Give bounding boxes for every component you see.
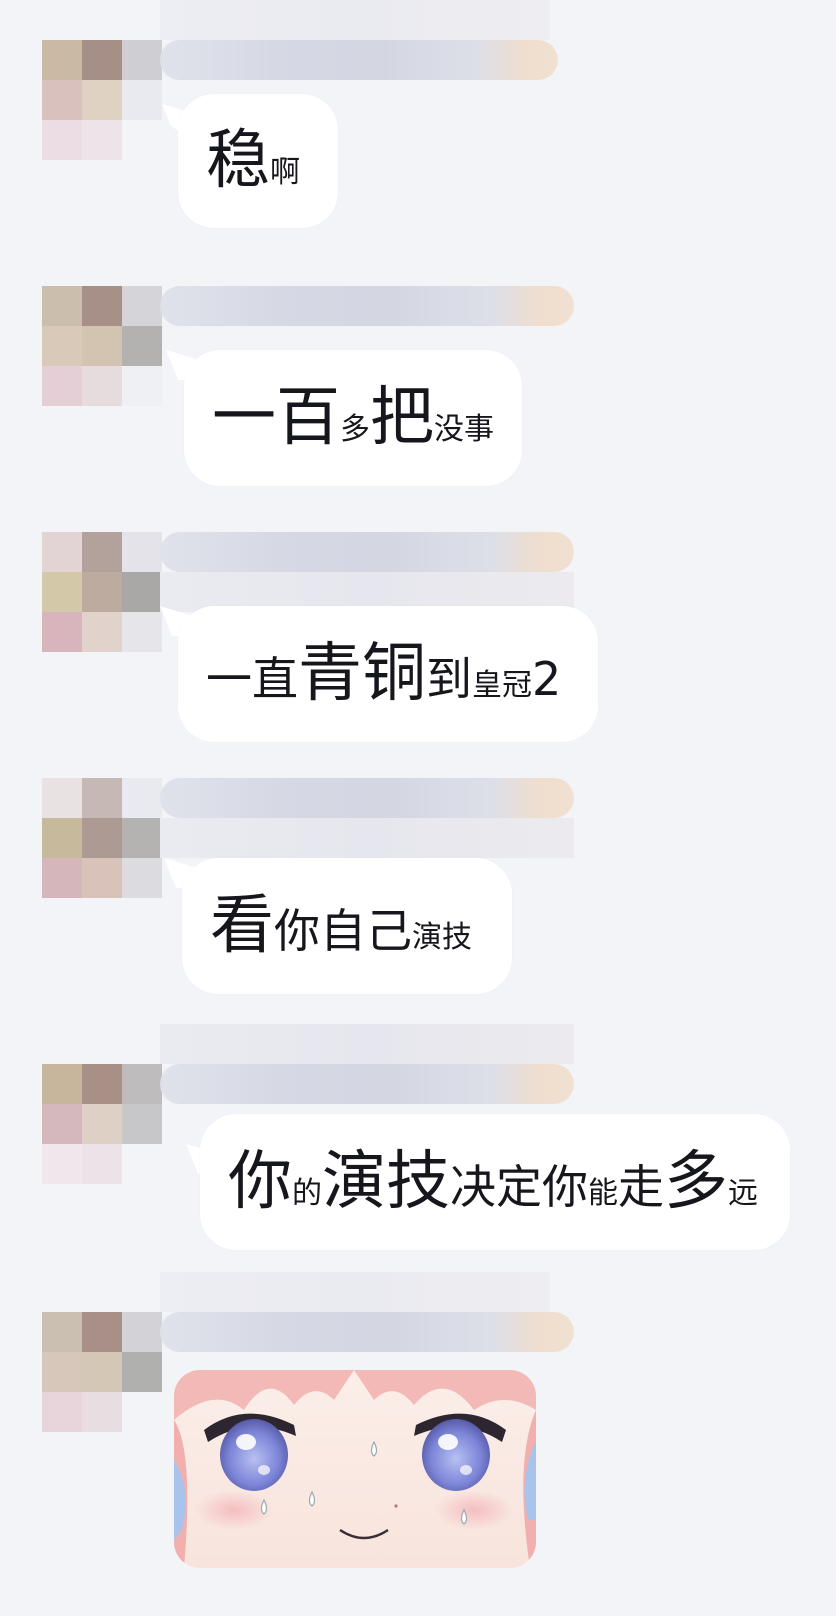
message-text-segment: 稳 <box>206 124 270 198</box>
avatar-pixelated[interactable] <box>42 778 162 898</box>
sender-name-blurred <box>160 1312 574 1352</box>
sender-name-blurred <box>160 1064 574 1104</box>
message-text-segment: 的 <box>292 1176 322 1211</box>
message-text-segment: 2 <box>532 652 562 706</box>
sender-name-blurred-top <box>160 1272 550 1312</box>
message-text-segment: 多 <box>340 412 370 447</box>
message-text-segment: 演技 <box>322 1145 450 1219</box>
message-text-segment: 你自己 <box>274 904 412 958</box>
avatar-pixelated[interactable] <box>42 1064 162 1184</box>
avatar-pixelated[interactable] <box>42 286 162 406</box>
message-text: 一百多把没事 <box>212 386 494 450</box>
message-text-segment: 没事 <box>434 412 494 447</box>
message-text-segment: 你 <box>228 1145 292 1219</box>
message-bubble[interactable]: 一直 青铜到皇冠 2 <box>178 606 598 742</box>
message-text-segment: 看 <box>210 889 274 963</box>
sender-name-blurred-2 <box>160 818 574 858</box>
message-text-segment: 一直 <box>206 652 298 706</box>
message-text-segment: 把 <box>370 381 434 455</box>
sender-name-blurred <box>160 532 574 572</box>
sender-name-blurred <box>160 286 574 326</box>
anime-girl-sweat-sticker-icon[interactable] <box>174 1370 536 1568</box>
avatar-pixelated[interactable] <box>42 532 162 652</box>
message-text-segment: 走 <box>618 1160 664 1214</box>
message-bubble[interactable]: 看你自己 演技 <box>182 858 512 994</box>
avatar-pixelated[interactable] <box>42 1312 162 1432</box>
message-text-segment: 演技 <box>412 920 472 955</box>
chat-screen: { "messages": [ { "id": "msg-1", "segmen… <box>0 0 836 1616</box>
sender-name-blurred-top <box>160 1024 574 1064</box>
message-text: 你的演技 决定你能走多远 <box>228 1150 758 1214</box>
message-text-segment: 青铜 <box>298 637 426 711</box>
message-text: 一直 青铜到皇冠 2 <box>206 642 561 706</box>
message-text: 看你自己 演技 <box>210 894 472 958</box>
sender-name-blurred <box>160 778 574 818</box>
message-text-segment: 一百 <box>212 381 340 455</box>
message-bubble[interactable]: 你的演技 决定你能走多远 <box>200 1114 790 1250</box>
message-text-segment: 决定你 <box>450 1160 588 1214</box>
sender-name-blurred <box>160 40 558 80</box>
message-text-segment: 到 <box>426 652 472 706</box>
message-text-segment: 远 <box>728 1176 758 1211</box>
message-bubble[interactable]: 一百多把没事 <box>184 350 522 486</box>
message-text-segment: 能 <box>588 1176 618 1211</box>
message-bubble[interactable]: 稳啊 <box>178 94 338 228</box>
message-text: 稳啊 <box>206 129 300 193</box>
message-text-segment: 多 <box>664 1145 728 1219</box>
avatar-pixelated[interactable] <box>42 40 162 160</box>
message-text-segment: 皇冠 <box>472 668 532 703</box>
message-text-segment: 啊 <box>270 155 300 190</box>
sender-name-blurred-top <box>160 0 550 40</box>
